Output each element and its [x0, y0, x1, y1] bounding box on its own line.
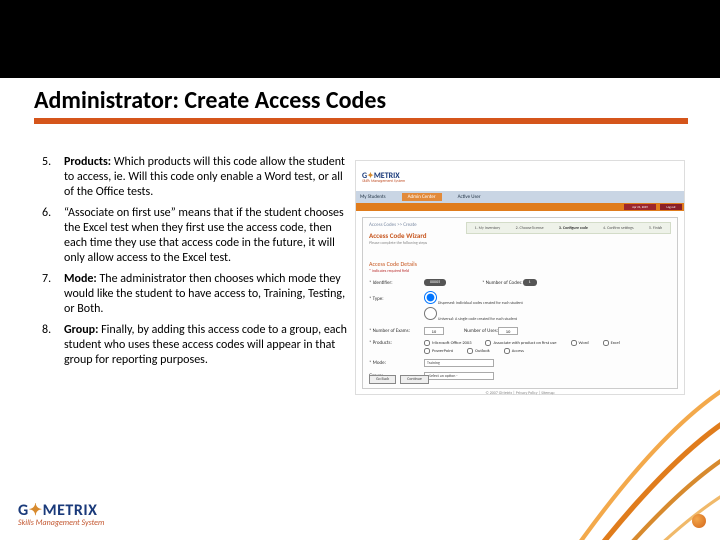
logo-sub-small: Skills Management System: [362, 179, 405, 184]
list-number: 8.: [42, 323, 64, 368]
check-excel[interactable]: [603, 340, 609, 346]
page-title: Administrator: Create Access Codes: [34, 86, 386, 115]
list-number: 5.: [42, 155, 64, 200]
check-access[interactable]: [504, 348, 510, 354]
type-radio-dispersed[interactable]: [424, 291, 437, 304]
form-header: Access Code Details: [369, 260, 671, 268]
nav-item[interactable]: My Students: [360, 194, 386, 200]
exams-row: * Number of Exams: Number of Uses:: [369, 327, 671, 335]
check-assoc[interactable]: [485, 340, 491, 346]
list-item: 7. Mode: The administrator then chooses …: [42, 272, 352, 317]
qty-value[interactable]: 1: [523, 279, 537, 286]
nav-item-active[interactable]: Admin Center: [402, 193, 442, 201]
list-item: 5. Products: Which products will this co…: [42, 155, 352, 200]
required-note: * indicates required field: [369, 269, 671, 274]
list-number: 6.: [42, 206, 64, 266]
exams-input[interactable]: [424, 327, 444, 335]
list-item: 6. “Associate on first use” means that i…: [42, 206, 352, 266]
check-word[interactable]: [571, 340, 577, 346]
screenshot-header: G✦METRIX Skills Management System: [356, 161, 684, 191]
screenshot-footer: © 2007 GMetrix | Privacy Policy | Sitema…: [356, 391, 684, 396]
wizard-steps: 1. My Inventory 2. Choose license 3. Con…: [466, 222, 671, 234]
continue-button[interactable]: Continue: [400, 375, 429, 384]
products-row: * Products: Microsoft Office 2003 Associ…: [369, 340, 671, 354]
bullet-list: 5. Products: Which products will this co…: [42, 155, 352, 374]
footer-logo: G✦METRIX Skills Management System: [18, 500, 104, 528]
nav-bar: My Students Admin Center Active User: [356, 191, 684, 203]
wizard-subtitle: Please complete the following steps: [369, 241, 671, 246]
date-box: Apr 21, 2019: [624, 204, 656, 210]
orange-bar: Apr 21, 2019 Log out: [356, 203, 684, 211]
nav-item[interactable]: Active User: [458, 194, 481, 200]
mode-row: * Mode: Training: [369, 359, 671, 367]
corner-dot-icon: [692, 514, 706, 528]
uses-input[interactable]: [498, 327, 518, 335]
check-outlook[interactable]: [467, 348, 473, 354]
identifier-value[interactable]: 00005: [424, 279, 446, 286]
title-underline: [34, 118, 688, 124]
type-row: * Type: Dispersed: Individual codes crea…: [369, 291, 671, 306]
group-select[interactable]: - Select an option -: [424, 372, 494, 380]
check-office[interactable]: [424, 340, 430, 346]
type-radio-universal[interactable]: [424, 307, 437, 320]
go-back-button[interactable]: Go Back: [369, 375, 396, 384]
top-black-bar: [0, 0, 720, 78]
mode-select[interactable]: Training: [424, 359, 494, 367]
list-item: 8. Group: Finally, by adding this access…: [42, 323, 352, 368]
button-row: Go Back Continue: [369, 375, 429, 384]
check-ppt[interactable]: [424, 348, 430, 354]
identifier-row: * Identifier: 00005 * Number of Codes: 1: [369, 279, 671, 286]
embedded-screenshot: G✦METRIX Skills Management System My Stu…: [355, 160, 685, 395]
wizard-panel: Access Codes >> Create Access Code Wizar…: [362, 217, 678, 389]
logout-box[interactable]: Log out: [660, 204, 682, 210]
list-number: 7.: [42, 272, 64, 317]
